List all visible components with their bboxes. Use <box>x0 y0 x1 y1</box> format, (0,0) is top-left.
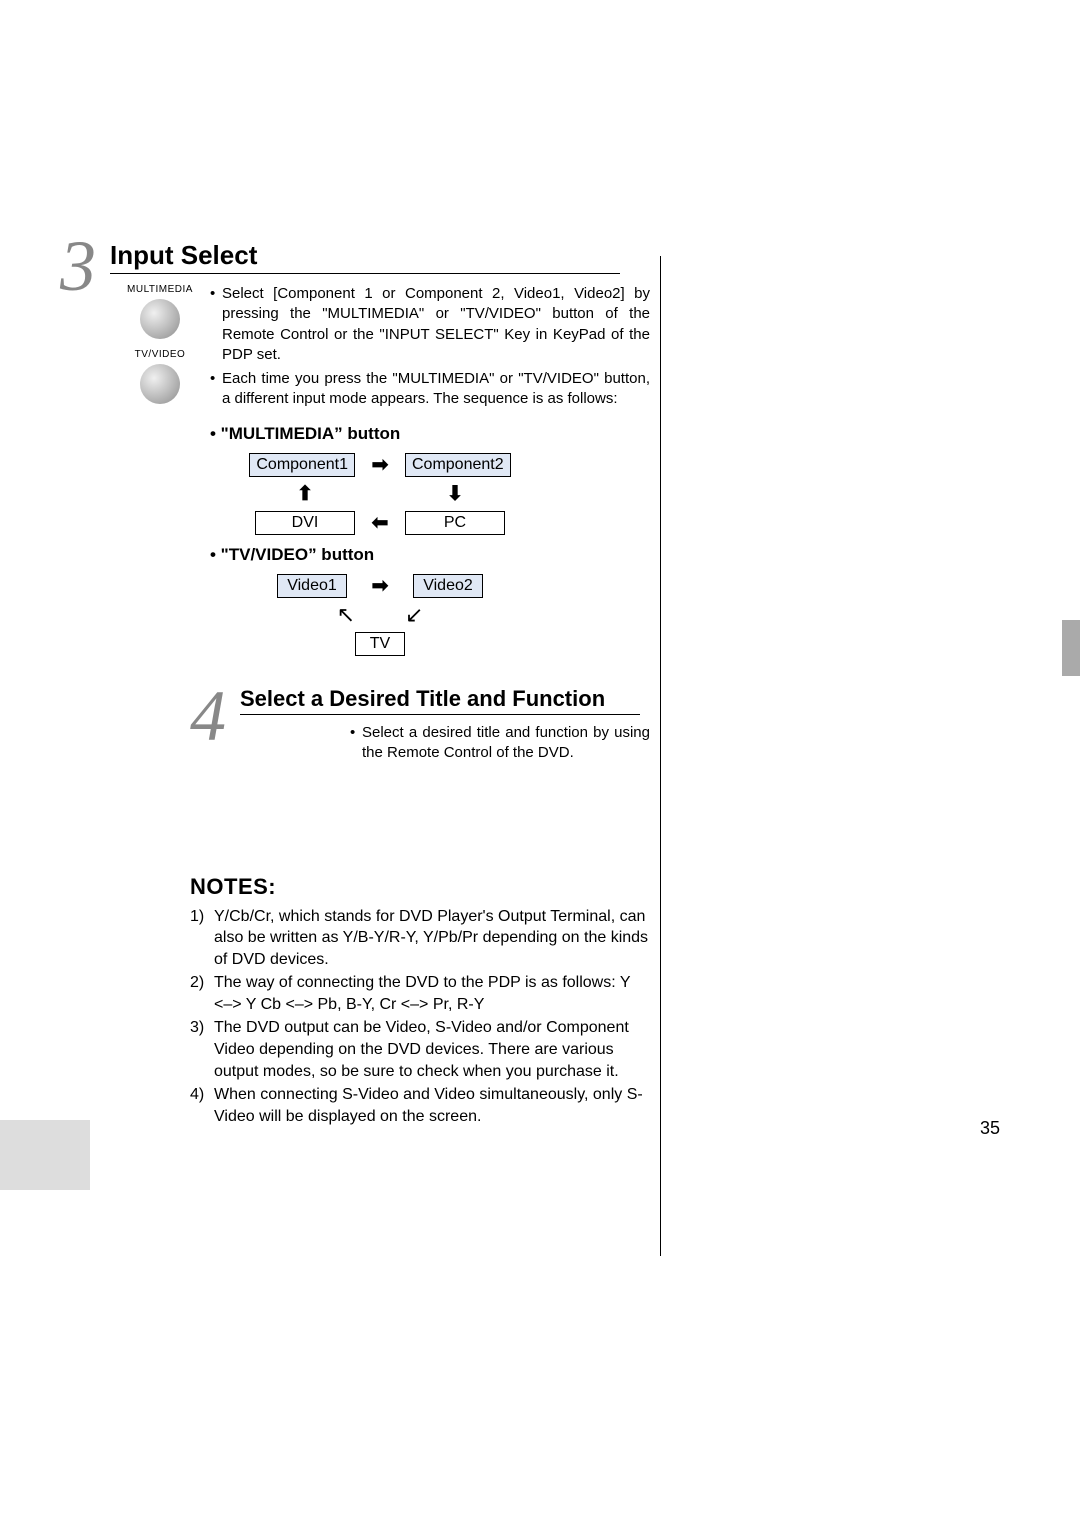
tvvideo-button-icon <box>140 364 180 404</box>
arrow-upleft-icon: ↖ <box>337 602 355 628</box>
note-number: 2) <box>190 972 214 1015</box>
diag-tv: TV <box>355 632 405 656</box>
step-4-body: Select a desired title and function by u… <box>362 723 650 764</box>
manual-page: 3 Input Select MULTIMEDIA TV/VIDEO • Sel… <box>0 0 1080 1189</box>
note-1-text: Y/Cb/Cr, which stands for DVD Player's O… <box>214 906 650 971</box>
notes-heading: NOTES: <box>190 874 650 900</box>
arrow-down-icon: ⬇ <box>405 481 505 506</box>
content-column: 3 Input Select MULTIMEDIA TV/VIDEO • Sel… <box>90 240 650 1127</box>
step-3-title: Input Select <box>110 240 620 274</box>
note-3-text: The DVD output can be Video, S-Video and… <box>214 1017 650 1082</box>
bullet-icon: • <box>210 284 222 365</box>
note-2: 2) The way of connecting the DVD to the … <box>190 972 650 1015</box>
multimedia-button-icon <box>140 299 180 339</box>
note-number: 1) <box>190 906 214 971</box>
step3-bullet-2: • Each time you press the "MULTIMEDIA" o… <box>210 369 650 410</box>
diag-video2: Video2 <box>413 574 483 598</box>
vertical-divider <box>660 256 661 1256</box>
note-1: 1) Y/Cb/Cr, which stands for DVD Player'… <box>190 906 650 971</box>
diag-component2: Component2 <box>405 453 511 477</box>
notes-list: 1) Y/Cb/Cr, which stands for DVD Player'… <box>190 906 650 1128</box>
arrow-downleft-icon: ↙ <box>405 602 423 628</box>
remote-buttons-column: MULTIMEDIA TV/VIDEO <box>110 284 210 414</box>
tvvideo-diagram: Video1 ➡ Video2 ↖ ↙ TV <box>220 573 540 656</box>
step-4: 4 Select a Desired Title and Function • … <box>90 686 650 764</box>
multimedia-diagram: Component1 ➡ Component2 ⬆ ⬇ DVI ⬅ PC <box>220 452 540 535</box>
note-4: 4) When connecting S-Video and Video sim… <box>190 1084 650 1127</box>
diag-dvi: DVI <box>255 511 355 535</box>
arrow-right-icon: ➡ <box>365 573 395 598</box>
step-number-3: 3 <box>60 230 96 302</box>
note-4-text: When connecting S-Video and Video simult… <box>214 1084 650 1127</box>
diag-pc: PC <box>405 511 505 535</box>
arrow-up-icon: ⬆ <box>255 481 355 506</box>
step-3: 3 Input Select MULTIMEDIA TV/VIDEO • Sel… <box>90 240 650 656</box>
bullet-icon: • <box>210 369 222 410</box>
step-number-4: 4 <box>190 680 226 752</box>
step3-bullet-2-text: Each time you press the "MULTIMEDIA" or … <box>222 369 650 410</box>
step-4-title: Select a Desired Title and Function <box>240 686 640 715</box>
multimedia-label: MULTIMEDIA <box>110 284 210 295</box>
tvvideo-label: TV/VIDEO <box>110 349 210 360</box>
side-tab <box>1062 620 1080 676</box>
arrow-right-icon: ➡ <box>365 452 395 477</box>
note-2-text: The way of connecting the DVD to the PDP… <box>214 972 650 1015</box>
step-4-text: • Select a desired title and function by… <box>350 723 650 764</box>
diag-component1: Component1 <box>249 453 355 477</box>
multimedia-diagram-label: • "MULTIMEDIA” button <box>210 424 650 444</box>
step-3-body: MULTIMEDIA TV/VIDEO • Select [Component … <box>110 284 650 414</box>
bullet-icon: • <box>350 723 362 764</box>
arrow-left-icon: ⬅ <box>365 510 395 535</box>
note-number: 4) <box>190 1084 214 1127</box>
step3-bullet-1: • Select [Component 1 or Component 2, Vi… <box>210 284 650 365</box>
left-gray-band <box>0 1120 90 1190</box>
diag-video1: Video1 <box>277 574 347 598</box>
step3-bullet-1-text: Select [Component 1 or Component 2, Vide… <box>222 284 650 365</box>
step-3-text: • Select [Component 1 or Component 2, Vi… <box>210 284 650 414</box>
tvvideo-diagram-label: • "TV/VIDEO” button <box>210 545 650 565</box>
note-number: 3) <box>190 1017 214 1082</box>
page-number: 35 <box>980 1118 1000 1139</box>
note-3: 3) The DVD output can be Video, S-Video … <box>190 1017 650 1082</box>
